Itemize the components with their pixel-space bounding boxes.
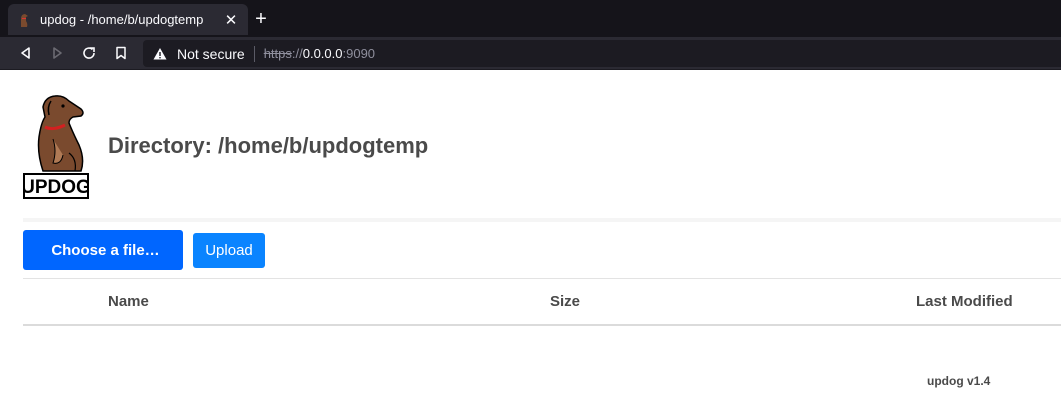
upload-button[interactable]: Upload [193, 233, 265, 268]
footer-version: updog v1.4 [927, 374, 991, 388]
updog-favicon-icon [16, 12, 32, 28]
page-content: UPDOG Directory: /home/b/updogtemp Choos… [0, 71, 1061, 419]
url-bar[interactable]: Not secure https://0.0.0.0:9090 [143, 40, 1061, 67]
browser-tab[interactable]: updog - /home/b/updogtemp ✕ [8, 4, 248, 35]
url-scheme: https [263, 46, 292, 61]
table-top-border [23, 278, 1061, 279]
reload-button[interactable] [78, 42, 100, 64]
navigation-bar: Not secure https://0.0.0.0:9090 [0, 37, 1061, 70]
bookmark-button[interactable] [110, 42, 132, 64]
tab-strip: updog - /home/b/updogtemp ✕ + [0, 0, 1061, 37]
url-divider [253, 45, 255, 62]
tab-title: updog - /home/b/updogtemp [40, 12, 204, 27]
forward-icon [53, 47, 62, 59]
not-secure-label[interactable]: Not secure [177, 46, 245, 62]
updog-logo: UPDOG [23, 95, 89, 199]
reload-icon [83, 47, 95, 59]
url-port: :9090 [342, 46, 376, 61]
column-header-last-modified[interactable]: Last Modified [916, 293, 1013, 310]
choose-file-label: Choose a file… [51, 241, 160, 259]
choose-file-button[interactable]: Choose a file… [23, 230, 183, 270]
header-divider [23, 218, 1061, 222]
back-button[interactable] [15, 42, 37, 64]
table-header-divider [23, 324, 1061, 326]
new-tab-button[interactable]: + [251, 8, 271, 30]
back-icon [21, 47, 30, 59]
page-title: Directory: /home/b/updogtemp [108, 133, 429, 158]
url-host: 0.0.0.0 [302, 46, 343, 61]
column-header-size[interactable]: Size [550, 293, 580, 310]
logo-text: UPDOG [23, 177, 89, 198]
column-header-name[interactable]: Name [108, 293, 149, 310]
warning-icon[interactable] [153, 47, 167, 61]
url-scheme-separator: :// [291, 46, 303, 61]
forward-button[interactable] [46, 42, 68, 64]
tab-close-icon[interactable]: ✕ [222, 11, 240, 29]
bookmark-icon [116, 46, 126, 60]
url-text[interactable]: https://0.0.0.0:9090 [264, 46, 375, 61]
